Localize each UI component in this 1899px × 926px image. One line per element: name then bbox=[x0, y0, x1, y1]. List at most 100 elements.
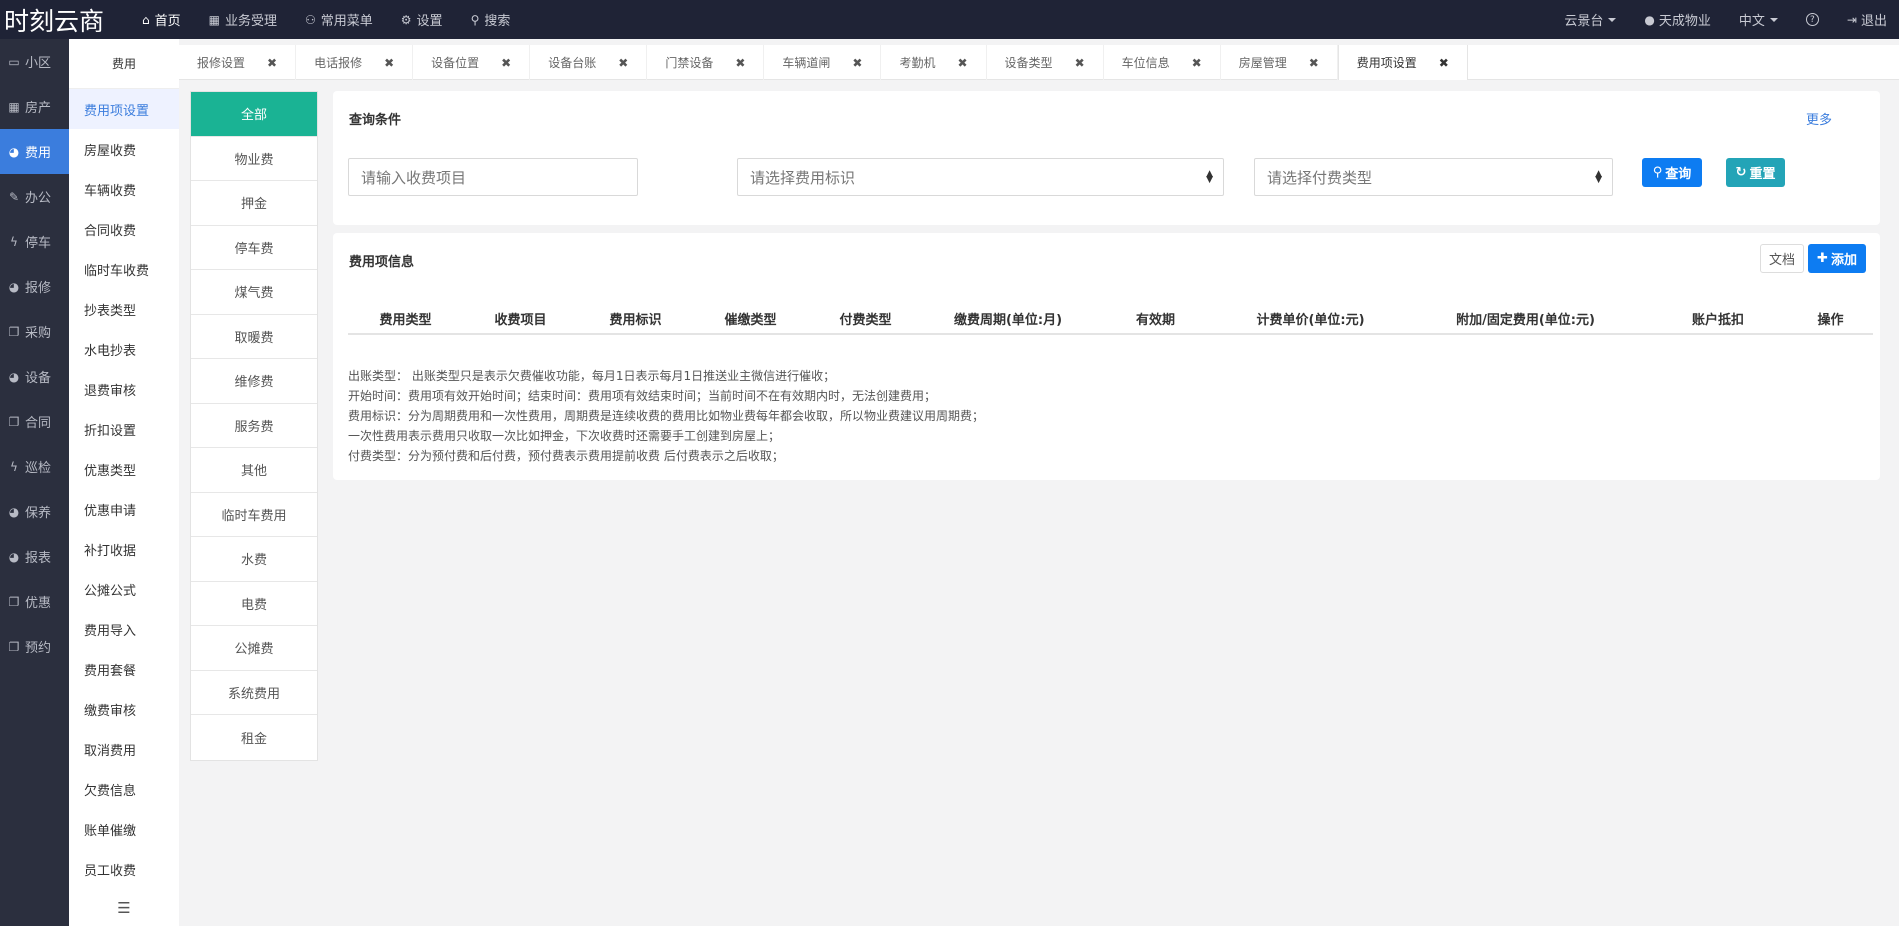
search-button[interactable]: ⚲ 查询 bbox=[1642, 158, 1702, 187]
column-header[interactable]: 账户抵扣 bbox=[1648, 304, 1788, 335]
column-header[interactable]: 操作 bbox=[1788, 304, 1873, 335]
tab-device-ledger[interactable]: 设备台账 ✖ bbox=[530, 45, 648, 80]
rail-item-purchase[interactable]: ❐ 采购 bbox=[0, 309, 69, 354]
submenu-item[interactable]: 公摊公式 bbox=[69, 569, 179, 609]
category-all[interactable]: 全部 bbox=[191, 92, 317, 137]
logout-button[interactable]: ⇥ 退出 bbox=[1847, 10, 1887, 30]
submenu-item[interactable]: 优惠类型 bbox=[69, 449, 179, 489]
rail-item-office[interactable]: ✎ 办公 bbox=[0, 174, 69, 219]
submenu-item[interactable]: 账单催缴 bbox=[69, 809, 179, 849]
rail-item-discount[interactable]: ❐ 优惠 bbox=[0, 579, 69, 624]
rail-item-equipment[interactable]: ◕ 设备 bbox=[0, 354, 69, 399]
column-header[interactable]: 收费项目 bbox=[463, 304, 578, 335]
submenu-item[interactable]: 水电抄表 bbox=[69, 329, 179, 369]
rail-item-community[interactable]: ▭ 小区 bbox=[0, 39, 69, 84]
category-item[interactable]: 取暖费 bbox=[191, 315, 317, 359]
language-dropdown[interactable]: 中文 bbox=[1739, 10, 1778, 29]
close-icon[interactable]: ✖ bbox=[1192, 56, 1202, 70]
nav-search[interactable]: ⚲ 搜索 bbox=[457, 0, 525, 39]
close-icon[interactable]: ✖ bbox=[852, 56, 862, 70]
submenu-item[interactable]: 欠费信息 bbox=[69, 769, 179, 809]
column-header[interactable]: 付费类型 bbox=[808, 304, 923, 335]
collapse-menu-icon[interactable]: ☰ bbox=[69, 890, 179, 926]
close-icon[interactable]: ✖ bbox=[1075, 56, 1085, 70]
user-menu[interactable]: ● 天成物业 bbox=[1644, 10, 1711, 30]
tab-fee-config[interactable]: 费用项设置 ✖ bbox=[1337, 45, 1468, 80]
reset-button[interactable]: ↻ 重置 bbox=[1726, 158, 1785, 187]
nav-common-menu[interactable]: ⚇ 常用菜单 bbox=[291, 0, 387, 39]
nav-business[interactable]: ▦ 业务受理 bbox=[195, 0, 291, 39]
category-item[interactable]: 电费 bbox=[191, 582, 317, 626]
close-icon[interactable]: ✖ bbox=[501, 56, 511, 70]
nav-settings[interactable]: ⚙ 设置 bbox=[387, 0, 457, 39]
submenu-item[interactable]: 房屋收费 bbox=[69, 129, 179, 169]
add-button[interactable]: ✚ 添加 bbox=[1808, 244, 1866, 273]
tab-house-manage[interactable]: 房屋管理 ✖ bbox=[1221, 45, 1338, 80]
category-item[interactable]: 其他 bbox=[191, 448, 317, 493]
rail-item-booking[interactable]: ❐ 预约 bbox=[0, 624, 69, 669]
submenu-item[interactable]: 优惠申请 bbox=[69, 489, 179, 529]
help-button[interactable]: ? bbox=[1805, 13, 1819, 26]
fee-flag-select[interactable]: 请选择费用标识 ▲ ▼ bbox=[737, 158, 1224, 196]
rail-item-maintenance[interactable]: ◕ 保养 bbox=[0, 489, 69, 534]
rail-item-report[interactable]: ◕ 报表 bbox=[0, 534, 69, 579]
submenu-item[interactable]: 车辆收费 bbox=[69, 169, 179, 209]
column-header[interactable]: 有效期 bbox=[1093, 304, 1218, 335]
category-item[interactable]: 服务费 bbox=[191, 404, 317, 448]
column-header[interactable]: 费用标识 bbox=[578, 304, 693, 335]
rail-item-inspection[interactable]: ϟ 巡检 bbox=[0, 444, 69, 489]
tab-device-location[interactable]: 设备位置 ✖ bbox=[413, 45, 531, 80]
category-item[interactable]: 临时车费用 bbox=[191, 493, 317, 537]
pay-type-select[interactable]: 请选择付费类型 ▲ ▼ bbox=[1254, 158, 1613, 196]
column-header[interactable]: 计费单价(单位:元) bbox=[1218, 304, 1403, 335]
fee-item-input[interactable]: 请输入收费项目 bbox=[348, 158, 638, 196]
submenu-item[interactable]: 员工收费 bbox=[69, 849, 179, 889]
submenu-item[interactable]: 合同收费 bbox=[69, 209, 179, 249]
tab-attendance[interactable]: 考勤机 ✖ bbox=[881, 45, 987, 80]
column-header[interactable]: 缴费周期(单位:月) bbox=[923, 304, 1093, 335]
category-item[interactable]: 水费 bbox=[191, 537, 317, 582]
column-header[interactable]: 催缴类型 bbox=[693, 304, 808, 335]
category-item[interactable]: 系统费用 bbox=[191, 671, 317, 715]
nav-home[interactable]: ⌂ 首页 bbox=[128, 0, 195, 39]
submenu-item[interactable]: 费用套餐 bbox=[69, 649, 179, 689]
rail-item-property[interactable]: ▦ 房产 bbox=[0, 84, 69, 129]
close-icon[interactable]: ✖ bbox=[384, 56, 394, 70]
submenu-item[interactable]: 缴费审核 bbox=[69, 689, 179, 729]
tab-access-device[interactable]: 门禁设备 ✖ bbox=[647, 45, 765, 80]
submenu-item[interactable]: 费用导入 bbox=[69, 609, 179, 649]
community-dropdown[interactable]: 云景台 bbox=[1564, 10, 1617, 29]
tab-vehicle-gate[interactable]: 车辆道闸 ✖ bbox=[764, 45, 882, 80]
category-item[interactable]: 押金 bbox=[191, 181, 317, 226]
submenu-item[interactable]: 折扣设置 bbox=[69, 409, 179, 449]
tab-repair-settings[interactable]: 报修设置 ✖ bbox=[179, 45, 297, 80]
submenu-item-fee-config[interactable]: 费用项设置 bbox=[69, 89, 179, 129]
close-icon[interactable]: ✖ bbox=[957, 56, 967, 70]
rail-item-repair[interactable]: ◕ 报修 bbox=[0, 264, 69, 309]
close-icon[interactable]: ✖ bbox=[618, 56, 628, 70]
rail-item-fee[interactable]: ◕ 费用 bbox=[0, 129, 69, 174]
close-icon[interactable]: ✖ bbox=[267, 56, 277, 70]
more-link[interactable]: 更多 bbox=[1806, 109, 1832, 128]
close-icon[interactable]: ✖ bbox=[1439, 56, 1449, 70]
rail-item-contract[interactable]: ❐ 合同 bbox=[0, 399, 69, 444]
doc-button[interactable]: 文档 bbox=[1760, 244, 1804, 273]
close-icon[interactable]: ✖ bbox=[735, 56, 745, 70]
submenu-item[interactable]: 退费审核 bbox=[69, 369, 179, 409]
tab-device-type[interactable]: 设备类型 ✖ bbox=[987, 45, 1104, 80]
rail-item-parking[interactable]: ϟ 停车 bbox=[0, 219, 69, 264]
column-header[interactable]: 费用类型 bbox=[348, 304, 463, 335]
category-item[interactable]: 维修费 bbox=[191, 359, 317, 404]
tab-phone-repair[interactable]: 电话报修 ✖ bbox=[296, 45, 414, 80]
submenu-item[interactable]: 取消费用 bbox=[69, 729, 179, 769]
tab-parking-space[interactable]: 车位信息 ✖ bbox=[1104, 45, 1221, 80]
submenu-item[interactable]: 临时车收费 bbox=[69, 249, 179, 289]
category-item[interactable]: 租金 bbox=[191, 715, 317, 760]
submenu-item[interactable]: 补打收据 bbox=[69, 529, 179, 569]
column-header[interactable]: 附加/固定费用(单位:元) bbox=[1403, 304, 1648, 335]
close-icon[interactable]: ✖ bbox=[1309, 56, 1319, 70]
category-item[interactable]: 公摊费 bbox=[191, 626, 317, 671]
category-item[interactable]: 煤气费 bbox=[191, 270, 317, 315]
category-item[interactable]: 物业费 bbox=[191, 137, 317, 181]
category-item[interactable]: 停车费 bbox=[191, 226, 317, 270]
